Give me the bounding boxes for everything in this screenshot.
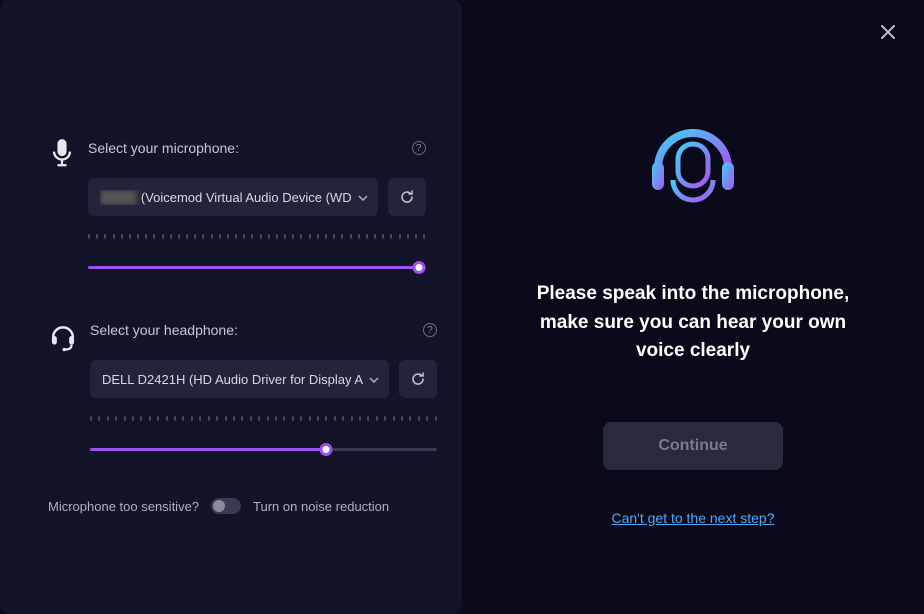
settings-panel: Select your microphone: ? ████(Voicemod … bbox=[0, 0, 462, 614]
headphone-select[interactable]: DELL D2421H (HD Audio Driver for Display… bbox=[90, 360, 389, 398]
headphone-icon bbox=[48, 320, 78, 456]
headphone-label: Select your headphone: bbox=[90, 322, 238, 338]
headphone-section: Select your headphone: ? DELL D2421H (HD… bbox=[48, 322, 414, 456]
refresh-icon bbox=[410, 371, 426, 387]
headphone-selected-value: DELL D2421H (HD Audio Driver for Display… bbox=[102, 372, 363, 387]
hero-microphone-icon bbox=[628, 108, 758, 238]
instruction-panel: Please speak into the microphone, make s… bbox=[462, 0, 924, 614]
microphone-select[interactable]: ████(Voicemod Virtual Audio Device (WD bbox=[88, 178, 378, 216]
headphone-refresh-button[interactable] bbox=[399, 360, 437, 398]
microphone-selected-value: ████(Voicemod Virtual Audio Device (WD bbox=[100, 190, 352, 205]
headphone-help-icon[interactable]: ? bbox=[423, 323, 437, 337]
noise-reduction-row: Microphone too sensitive? Turn on noise … bbox=[48, 498, 414, 514]
microphone-icon bbox=[48, 138, 76, 274]
microphone-help-icon[interactable]: ? bbox=[412, 141, 426, 155]
microphone-label: Select your microphone: bbox=[88, 140, 239, 156]
refresh-icon bbox=[399, 189, 415, 205]
noise-hint: Turn on noise reduction bbox=[253, 499, 389, 514]
microphone-volume-slider[interactable] bbox=[88, 260, 426, 274]
close-button[interactable] bbox=[878, 22, 898, 42]
headphone-level-meter bbox=[90, 414, 437, 424]
chevron-down-icon bbox=[369, 370, 379, 388]
help-link[interactable]: Can't get to the next step? bbox=[611, 510, 774, 526]
headphone-volume-slider[interactable] bbox=[90, 442, 437, 456]
chevron-down-icon bbox=[358, 188, 368, 206]
microphone-refresh-button[interactable] bbox=[388, 178, 426, 216]
continue-button[interactable]: Continue bbox=[603, 422, 783, 470]
microphone-section: Select your microphone: ? ████(Voicemod … bbox=[48, 140, 414, 274]
microphone-level-meter bbox=[88, 232, 426, 242]
noise-question: Microphone too sensitive? bbox=[48, 499, 199, 514]
noise-reduction-toggle[interactable] bbox=[211, 498, 241, 514]
instruction-text: Please speak into the microphone, make s… bbox=[462, 280, 924, 366]
close-icon bbox=[881, 25, 895, 39]
